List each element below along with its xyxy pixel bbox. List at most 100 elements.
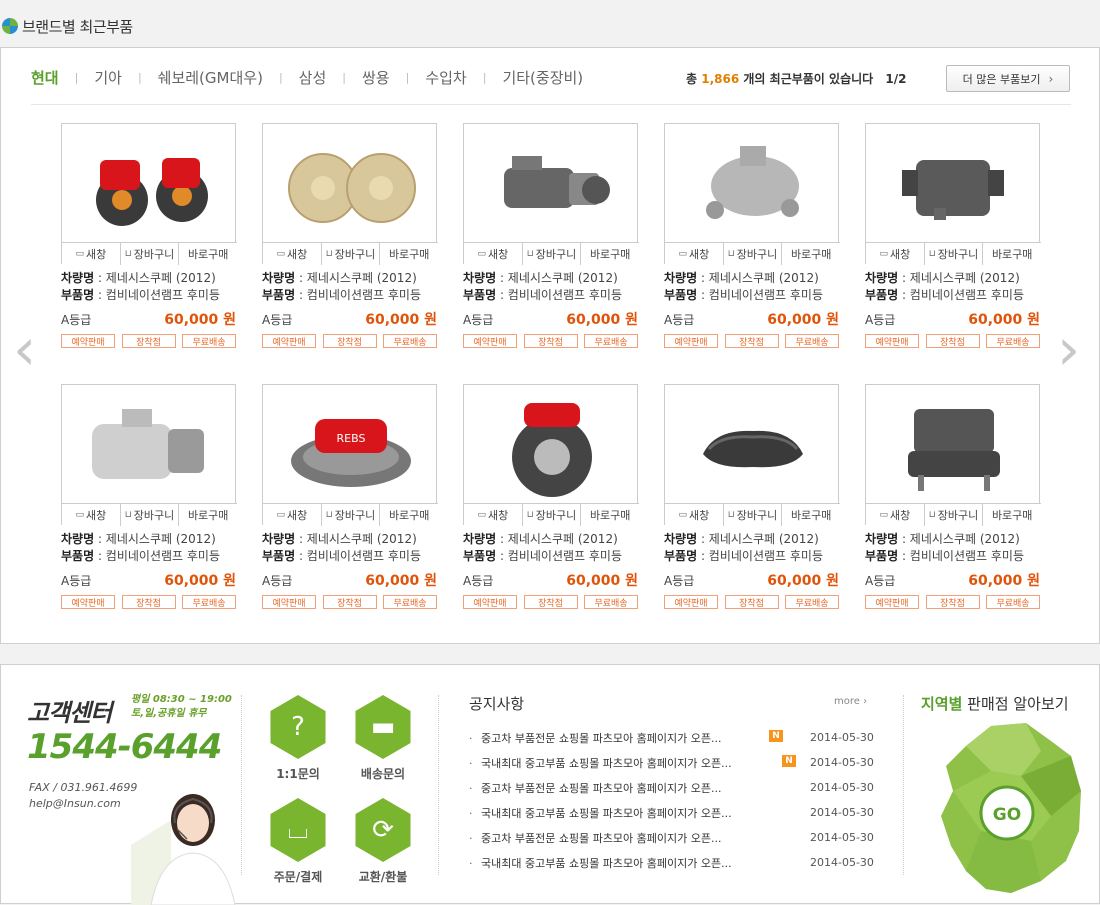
- tab-import[interactable]: 수입차: [425, 67, 466, 88]
- badge-reservation[interactable]: 예약판매: [61, 595, 115, 609]
- badge-reservation[interactable]: 예약판매: [262, 595, 316, 609]
- badge-free-shipping[interactable]: 무료배송: [383, 595, 437, 609]
- product-thumbnail[interactable]: ▭ 새창 ⊔ 장바구니 바로구매: [61, 384, 237, 526]
- product-card[interactable]: ▭ 새창 ⊔ 장바구니 바로구매 차량명 : 제네시스쿠페 (2012) 부품명 : 컴비네…: [865, 123, 1041, 368]
- product-thumbnail[interactable]: ▭ 새창 ⊔ 장바구니 바로구매: [463, 384, 639, 526]
- badge-reservation[interactable]: 예약판매: [865, 595, 919, 609]
- badge-install-shop[interactable]: 장착점: [724, 334, 779, 348]
- cart-button[interactable]: ⊔ 장바구니: [925, 243, 984, 265]
- badge-free-shipping[interactable]: 무료배송: [584, 334, 638, 348]
- badge-reservation[interactable]: 예약판매: [664, 334, 718, 348]
- service-exchange-button[interactable]: ⟳ 교환/환불: [343, 798, 423, 885]
- cart-button[interactable]: ⊔ 장바구니: [523, 243, 582, 265]
- cart-button[interactable]: ⊔ 장바구니: [121, 504, 180, 526]
- tab-samsung[interactable]: 삼성: [299, 67, 327, 88]
- notice-item[interactable]: · 중고차 부품전문 쇼핑몰 파츠모아 홈페이지가 오픈... N 2014-05-3…: [469, 727, 879, 752]
- product-card[interactable]: ▭ 새창 ⊔ 장바구니 바로구매 차량명 : 제네시스쿠페 (2012) 부품명 : 컴비네…: [262, 123, 438, 368]
- product-thumbnail[interactable]: ▭ 새창 ⊔ 장바구니 바로구매: [865, 384, 1041, 526]
- badge-reservation[interactable]: 예약판매: [664, 595, 718, 609]
- product-thumbnail[interactable]: ▭ 새창 ⊔ 장바구니 바로구매: [463, 123, 639, 265]
- new-window-button[interactable]: ▭ 새창: [464, 243, 523, 265]
- buy-now-button[interactable]: 바로구매: [380, 243, 438, 265]
- product-thumbnail[interactable]: REBS ▭ 새창 ⊔ 장바구니 바로구매: [262, 384, 438, 526]
- product-card[interactable]: REBS ▭ 새창 ⊔ 장바구니 바로구매 차량명 : 제네시스쿠페 (2012) 부품명 :…: [262, 384, 438, 629]
- tab-hyundai[interactable]: 현대: [31, 67, 59, 88]
- badge-install-shop[interactable]: 장착점: [322, 334, 377, 348]
- tab-etc[interactable]: 기타(중장비): [502, 67, 583, 88]
- badge-free-shipping[interactable]: 무료배송: [785, 334, 839, 348]
- new-window-button[interactable]: ▭ 새창: [866, 243, 925, 265]
- badge-free-shipping[interactable]: 무료배송: [986, 595, 1040, 609]
- product-card[interactable]: ▭ 새창 ⊔ 장바구니 바로구매 차량명 : 제네시스쿠페 (2012) 부품명 : 컴비네…: [865, 384, 1041, 629]
- product-card[interactable]: ▭ 새창 ⊔ 장바구니 바로구매 차량명 : 제네시스쿠페 (2012) 부품명 : 컴비네…: [664, 123, 840, 368]
- cart-button[interactable]: ⊔ 장바구니: [724, 243, 783, 265]
- product-thumbnail[interactable]: ▭ 새창 ⊔ 장바구니 바로구매: [865, 123, 1041, 265]
- buy-now-button[interactable]: 바로구매: [983, 243, 1041, 265]
- product-thumbnail[interactable]: ▭ 새창 ⊔ 장바구니 바로구매: [664, 123, 840, 265]
- badge-reservation[interactable]: 예약판매: [463, 334, 517, 348]
- cart-button[interactable]: ⊔ 장바구니: [724, 504, 783, 526]
- buy-now-button[interactable]: 바로구매: [782, 504, 840, 526]
- new-window-button[interactable]: ▭ 새창: [665, 504, 724, 526]
- new-window-button[interactable]: ▭ 새창: [866, 504, 925, 526]
- notice-item[interactable]: · 국내최대 중고부품 쇼핑몰 파츠모아 홈페이지가 오픈... 2014-05-3…: [469, 852, 879, 877]
- product-thumbnail[interactable]: ▭ 새창 ⊔ 장바구니 바로구매: [262, 123, 438, 265]
- badge-install-shop[interactable]: 장착점: [724, 595, 779, 609]
- notice-item[interactable]: · 국내최대 중고부품 쇼핑몰 파츠모아 홈페이지가 오픈... N 2014-05-…: [469, 752, 879, 777]
- new-window-button[interactable]: ▭ 새창: [263, 504, 322, 526]
- cart-button[interactable]: ⊔ 장바구니: [322, 243, 381, 265]
- product-card[interactable]: ▭ 새창 ⊔ 장바구니 바로구매 차량명 : 제네시스쿠페 (2012) 부품명 : 컴비네…: [463, 384, 639, 629]
- badge-install-shop[interactable]: 장착점: [925, 595, 980, 609]
- badge-free-shipping[interactable]: 무료배송: [584, 595, 638, 609]
- new-window-button[interactable]: ▭ 새창: [464, 504, 523, 526]
- badge-free-shipping[interactable]: 무료배송: [785, 595, 839, 609]
- new-window-button[interactable]: ▭ 새창: [62, 504, 121, 526]
- product-thumbnail[interactable]: ▭ 새창 ⊔ 장바구니 바로구매: [664, 384, 840, 526]
- buy-now-button[interactable]: 바로구매: [179, 243, 237, 265]
- badge-reservation[interactable]: 예약판매: [262, 334, 316, 348]
- notice-item[interactable]: · 중고차 부품전문 쇼핑몰 파츠모아 홈페이지가 오픈... 2014-05-30: [469, 777, 879, 802]
- cart-button[interactable]: ⊔ 장바구니: [121, 243, 180, 265]
- service-delivery-button[interactable]: ▬ 배송문의: [343, 695, 423, 782]
- new-window-button[interactable]: ▭ 새창: [665, 243, 724, 265]
- buy-now-button[interactable]: 바로구매: [179, 504, 237, 526]
- product-thumbnail[interactable]: ▭ 새창 ⊔ 장바구니 바로구매: [61, 123, 237, 265]
- service-inquiry-button[interactable]: ? 1:1문의: [258, 695, 338, 782]
- badge-free-shipping[interactable]: 무료배송: [182, 595, 236, 609]
- product-card[interactable]: ▭ 새창 ⊔ 장바구니 바로구매 차량명 : 제네시스쿠페 (2012) 부품명 : 컴비네…: [463, 123, 639, 368]
- badge-reservation[interactable]: 예약판매: [865, 334, 919, 348]
- badge-reservation[interactable]: 예약판매: [463, 595, 517, 609]
- next-arrow-button[interactable]: ›: [1057, 320, 1080, 378]
- buy-now-button[interactable]: 바로구매: [581, 243, 639, 265]
- tab-kia[interactable]: 기아: [94, 67, 122, 88]
- new-window-button[interactable]: ▭ 새창: [62, 243, 121, 265]
- badge-free-shipping[interactable]: 무료배송: [182, 334, 236, 348]
- badge-free-shipping[interactable]: 무료배송: [986, 334, 1040, 348]
- product-card[interactable]: ▭ 새창 ⊔ 장바구니 바로구매 차량명 : 제네시스쿠페 (2012) 부품명 : 컴비네…: [664, 384, 840, 629]
- tab-chevrolet[interactable]: 쉐보레(GM대우): [158, 67, 263, 88]
- buy-now-button[interactable]: 바로구매: [380, 504, 438, 526]
- badge-install-shop[interactable]: 장착점: [322, 595, 377, 609]
- new-window-button[interactable]: ▭ 새창: [263, 243, 322, 265]
- badge-install-shop[interactable]: 장착점: [121, 595, 176, 609]
- buy-now-button[interactable]: 바로구매: [782, 243, 840, 265]
- prev-arrow-button[interactable]: ‹: [13, 320, 36, 378]
- notice-item[interactable]: · 중고차 부품전문 쇼핑몰 파츠모아 홈페이지가 오픈... 2014-05-30: [469, 827, 879, 852]
- korea-map-icon[interactable]: GO: [931, 721, 1091, 901]
- service-order-button[interactable]: ⌴ 주문/결제: [258, 798, 338, 885]
- product-card[interactable]: ▭ 새창 ⊔ 장바구니 바로구매 차량명 : 제네시스쿠페 (2012) 부품명 : 컴비네…: [61, 123, 237, 368]
- notice-item[interactable]: · 국내최대 중고부품 쇼핑몰 파츠모아 홈페이지가 오픈... 2014-05-3…: [469, 802, 879, 827]
- badge-reservation[interactable]: 예약판매: [61, 334, 115, 348]
- tab-ssangyong[interactable]: 쌍용: [362, 67, 390, 88]
- buy-now-button[interactable]: 바로구매: [581, 504, 639, 526]
- badge-free-shipping[interactable]: 무료배송: [383, 334, 437, 348]
- cart-button[interactable]: ⊔ 장바구니: [523, 504, 582, 526]
- notice-more-link[interactable]: more ›: [834, 696, 867, 707]
- buy-now-button[interactable]: 바로구매: [983, 504, 1041, 526]
- cart-button[interactable]: ⊔ 장바구니: [925, 504, 984, 526]
- cart-button[interactable]: ⊔ 장바구니: [322, 504, 381, 526]
- badge-install-shop[interactable]: 장착점: [523, 595, 578, 609]
- badge-install-shop[interactable]: 장착점: [925, 334, 980, 348]
- badge-install-shop[interactable]: 장착점: [523, 334, 578, 348]
- badge-install-shop[interactable]: 장착점: [121, 334, 176, 348]
